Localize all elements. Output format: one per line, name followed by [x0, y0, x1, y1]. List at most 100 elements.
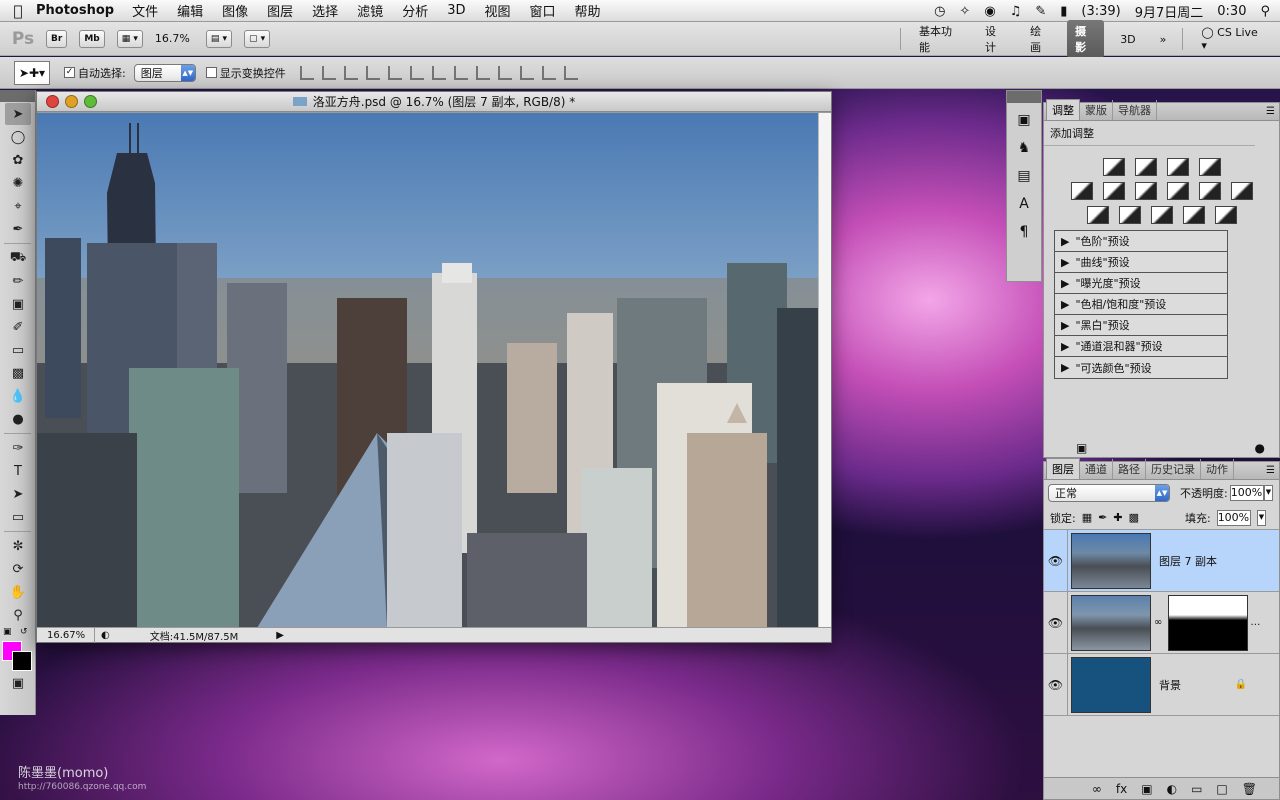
- zoom-tool-icon[interactable]: ⚲: [5, 604, 31, 626]
- minimize-window-button[interactable]: [65, 95, 78, 108]
- lock-transparent-icon[interactable]: ▦: [1082, 511, 1092, 524]
- wifi-icon[interactable]: ◉: [984, 4, 995, 19]
- status-zoom[interactable]: 16.67%: [37, 627, 95, 643]
- brush-tool-icon[interactable]: ✏: [5, 270, 31, 292]
- delete-layer-icon[interactable]: 🗑: [1242, 782, 1257, 796]
- tab-layers[interactable]: 图层: [1046, 458, 1080, 479]
- minibridge-button[interactable]: Mb: [79, 29, 105, 48]
- menu-window[interactable]: 窗口: [530, 1, 556, 20]
- default-colors-icon[interactable]: ▣: [3, 627, 12, 637]
- layer-row-masked[interactable]: 👁 ∞ …: [1044, 591, 1279, 654]
- tab-masks[interactable]: 蒙版: [1080, 100, 1113, 120]
- brightness-contrast-icon[interactable]: [1102, 158, 1125, 176]
- volume-icon[interactable]: ♫: [1010, 4, 1022, 19]
- layer-style-icon[interactable]: fx: [1116, 782, 1127, 796]
- close-window-button[interactable]: [46, 95, 59, 108]
- exposure-icon[interactable]: [1198, 158, 1221, 176]
- threshold-icon[interactable]: [1150, 206, 1173, 224]
- preset-selective-color[interactable]: ▶ "可选颜色"预设: [1055, 357, 1227, 378]
- menu-analysis[interactable]: 分析: [402, 1, 428, 20]
- curves-icon[interactable]: [1166, 158, 1189, 176]
- app-menu-photoshop[interactable]: Photoshop: [36, 3, 114, 18]
- align-right-icon[interactable]: [409, 65, 424, 80]
- visibility-eye-icon[interactable]: 👁: [1044, 591, 1068, 654]
- status-menu-arrow-icon[interactable]: ▶: [276, 630, 284, 641]
- menu-select[interactable]: 选择: [312, 1, 338, 20]
- color-balance-icon[interactable]: [1134, 182, 1157, 200]
- arrange-documents-button[interactable]: ▤ ▾: [205, 29, 232, 48]
- preset-black-white[interactable]: ▶ "黑白"预设: [1055, 315, 1227, 336]
- channel-mixer-icon[interactable]: [1230, 182, 1253, 200]
- workspace-3d[interactable]: 3D: [1112, 30, 1143, 49]
- tab-channels[interactable]: 通道: [1080, 459, 1113, 479]
- distribute-right-icon[interactable]: [541, 65, 556, 80]
- preset-curves[interactable]: ▶ "曲线"预设: [1055, 252, 1227, 273]
- blur-tool-icon[interactable]: 💧: [5, 385, 31, 407]
- eraser-tool-icon[interactable]: ▭: [5, 339, 31, 361]
- document-titlebar[interactable]: 洛亚方舟.psd @ 16.7% (图层 7 副本, RGB/8) *: [37, 92, 831, 112]
- preset-hue-saturation[interactable]: ▶ "色相/饱和度"预设: [1055, 294, 1227, 315]
- screen-mode-button[interactable]: ▢ ▾: [243, 29, 271, 48]
- auto-select-dropdown[interactable]: 图层 ▲▼: [133, 63, 196, 82]
- menu-help[interactable]: 帮助: [575, 1, 601, 20]
- dodge-tool-icon[interactable]: ●: [5, 408, 31, 430]
- bridge-button[interactable]: Br: [46, 29, 68, 48]
- visibility-eye-icon[interactable]: 👁: [1044, 653, 1068, 716]
- align-top-icon[interactable]: [299, 65, 314, 80]
- invert-icon[interactable]: [1086, 206, 1109, 224]
- selective-color-icon[interactable]: [1214, 206, 1237, 224]
- clone-stamp-tool-icon[interactable]: ▣: [5, 293, 31, 315]
- hand-tool-icon[interactable]: ✋: [5, 581, 31, 603]
- align-hcenter-icon[interactable]: [387, 65, 402, 80]
- swap-colors-icon[interactable]: ↺: [20, 627, 28, 637]
- image-canvas[interactable]: [37, 113, 819, 629]
- rectangle-tool-icon[interactable]: ▭: [5, 506, 31, 528]
- menu-image[interactable]: 图像: [222, 1, 248, 20]
- time-machine-icon[interactable]: ◷: [934, 4, 945, 19]
- new-layer-icon[interactable]: □: [1216, 782, 1227, 796]
- distribute-top-icon[interactable]: [431, 65, 446, 80]
- vibrance-icon[interactable]: [1070, 182, 1093, 200]
- black-white-icon[interactable]: [1166, 182, 1189, 200]
- lock-all-icon[interactable]: ▩: [1129, 511, 1139, 524]
- tab-history[interactable]: 历史记录: [1146, 459, 1201, 479]
- healing-brush-tool-icon[interactable]: ⛟: [5, 247, 31, 269]
- minibridge-panel-icon[interactable]: ▣: [1012, 109, 1036, 131]
- view-extras-button[interactable]: ▦ ▾: [116, 29, 143, 48]
- preset-levels[interactable]: ▶ "色阶"预设: [1055, 231, 1227, 252]
- pen-tool-icon[interactable]: ✑: [5, 437, 31, 459]
- hue-saturation-icon[interactable]: [1102, 182, 1125, 200]
- apple-menu-icon[interactable]: : [0, 2, 36, 20]
- type-tool-icon[interactable]: T: [5, 460, 31, 482]
- lock-position-icon[interactable]: ✚: [1113, 511, 1122, 524]
- marquee-tool-icon[interactable]: ◯: [5, 126, 31, 148]
- blend-mode-dropdown[interactable]: 正常 ▲▼: [1048, 484, 1170, 502]
- 3d-rotate-tool-icon[interactable]: ✼: [5, 535, 31, 557]
- fill-slider-icon[interactable]: ▼: [1256, 509, 1267, 526]
- menu-3d[interactable]: 3D: [447, 3, 465, 18]
- new-group-icon[interactable]: ▭: [1191, 782, 1202, 796]
- quick-mask-icon[interactable]: ▣: [5, 672, 31, 694]
- status-info-icon[interactable]: ◐: [101, 630, 110, 641]
- workspace-design[interactable]: 设计: [977, 20, 1014, 58]
- distribute-vcenter-icon[interactable]: [453, 65, 468, 80]
- pen-icon[interactable]: ✎: [1035, 4, 1046, 19]
- layer-row-background[interactable]: 👁 背景 🔒: [1044, 653, 1279, 716]
- cs-live-button[interactable]: ◯ CS Live ▾: [1193, 23, 1272, 55]
- preset-exposure[interactable]: ▶ "曝光度"预设: [1055, 273, 1227, 294]
- menubar-date[interactable]: 9月7日周二: [1135, 2, 1204, 21]
- move-tool-icon[interactable]: ➤: [5, 103, 31, 125]
- show-transform-checkbox[interactable]: 显示变换控件: [205, 65, 286, 81]
- view-previous-state-icon[interactable]: ●: [1255, 441, 1265, 455]
- gradient-map-icon[interactable]: [1182, 206, 1205, 224]
- workspace-painting[interactable]: 绘画: [1022, 20, 1059, 58]
- layer-mask-thumbnail[interactable]: [1168, 594, 1249, 651]
- align-left-icon[interactable]: [365, 65, 380, 80]
- zoom-window-button[interactable]: [84, 95, 97, 108]
- add-mask-icon[interactable]: ▣: [1141, 782, 1152, 796]
- auto-select-checkbox[interactable]: ✓ 自动选择:: [64, 65, 126, 81]
- photo-filter-icon[interactable]: [1198, 182, 1221, 200]
- tab-adjustments[interactable]: 调整: [1046, 99, 1080, 120]
- distribute-left-icon[interactable]: [497, 65, 512, 80]
- menu-filter[interactable]: 滤镜: [357, 1, 383, 20]
